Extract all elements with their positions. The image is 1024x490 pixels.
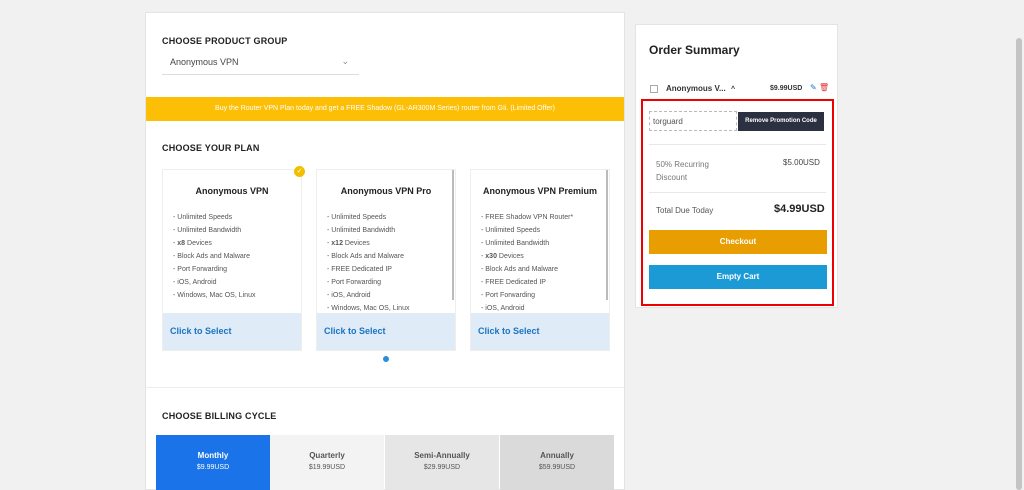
plan-feature: - iOS, Android [173,279,217,286]
plan-feature: - Block Ads and Malware [327,253,405,260]
plan-features: - Unlimited Speeds - Unlimited Bandwidth… [173,211,255,302]
plan-feature: - Unlimited Bandwidth [173,227,242,234]
cart-item-label: Anonymous V... [666,84,726,93]
billing-name: Monthly [197,451,229,460]
plan-feature: - Block Ads and Malware [173,253,251,260]
plan-feature: - Unlimited Speeds [327,214,387,221]
billing-section-title: CHOOSE BILLING CYCLE [162,411,277,421]
order-summary-title: Order Summary [649,43,740,57]
billing-price: $9.99USD [196,464,230,471]
billing-name: Semi-Annually [414,451,470,460]
trash-icon[interactable]: 🗑 [819,83,829,92]
billing-name: Annually [540,451,574,460]
select-plan-button[interactable]: Click to Select [163,313,301,350]
plan-features: - Unlimited Speeds - Unlimited Bandwidth… [327,211,409,315]
plan-feature: - Windows, Mac OS, Linux [173,292,256,299]
plan-feature: - Unlimited Bandwidth [481,240,550,247]
carousel-dot[interactable] [383,356,389,362]
plan-name: Anonymous VPN Premium [482,186,598,196]
chevron-down-icon: ⌄ [341,56,349,66]
billing-option-quarterly[interactable]: Quarterly $19.99USD [270,435,384,490]
cart-item-price: $9.99USD [770,85,803,92]
billing-price: $29.99USD [423,464,461,471]
plan-feature: - FREE Dedicated IP [327,266,392,273]
remove-promo-button[interactable]: Remove Promotion Code [738,112,824,131]
total-due-value: $4.99USD [774,203,825,215]
product-group-value: Anonymous VPN [170,57,239,67]
cart-item-name[interactable]: Anonymous V... ^ [666,84,735,93]
plan-feature: - Unlimited Speeds [481,227,541,234]
plan-features: - FREE Shadow VPN Router* - Unlimited Sp… [481,211,573,315]
billing-option-monthly[interactable]: Monthly $9.99USD [156,435,270,490]
select-plan-button[interactable]: Click to Select [317,313,455,350]
billing-option-annually[interactable]: Annually $59.99USD [500,435,614,490]
section-divider [146,387,624,388]
plan-card-anonymous-vpn[interactable]: ✓ Anonymous VPN - Unlimited Speeds - Unl… [162,166,305,351]
checkout-button[interactable]: Checkout [649,230,827,254]
plan-section-title: CHOOSE YOUR PLAN [162,143,260,153]
total-due-label: Total Due Today [656,206,714,215]
plan-card-anonymous-vpn-pro[interactable]: Anonymous VPN Pro - Unlimited Speeds - U… [316,169,456,351]
plan-card-anonymous-vpn-premium[interactable]: Anonymous VPN Premium - FREE Shadow VPN … [470,169,610,351]
plan-feature: - x8 Devices [173,240,212,247]
plan-feature: - FREE Shadow VPN Router* [481,214,574,221]
check-icon: ✓ [294,166,305,177]
highlight-box: Remove Promotion Code 50% Recurring Disc… [641,99,834,306]
divider [649,144,826,145]
pencil-icon[interactable]: ✎ [810,83,817,92]
billing-option-semi-annually[interactable]: Semi-Annually $29.99USD [385,435,499,490]
chevron-up-icon: ^ [730,86,736,93]
billing-price: $19.99USD [308,464,346,471]
discount-value: $5.00USD [783,158,820,167]
order-summary-panel: Order Summary Anonymous V... ^ $9.99USD … [635,24,838,308]
plan-feature: - FREE Dedicated IP [481,279,546,286]
billing-price: $59.99USD [538,464,576,471]
divider [649,192,826,193]
plan-name: Anonymous VPN Pro [340,186,432,196]
plan-name: Anonymous VPN [195,186,269,196]
main-panel: CHOOSE PRODUCT GROUP Anonymous VPN ⌄ Buy… [145,12,625,490]
plan-feature: - Unlimited Bandwidth [327,227,396,234]
select-plan-button[interactable]: Click to Select [471,313,609,350]
discount-label: 50% Recurring Discount [656,160,709,182]
billing-name: Quarterly [309,451,345,460]
plan-feature: - Port Forwarding [327,279,382,286]
plan-feature: - Port Forwarding [173,266,228,273]
plan-feature: - Block Ads and Malware [481,266,559,273]
empty-cart-button[interactable]: Empty Cart [649,265,827,289]
product-group-title: CHOOSE PRODUCT GROUP [162,36,288,46]
scrollbar-thumb[interactable] [1016,38,1022,490]
plan-feature: - iOS, Android [327,292,371,299]
plan-feature: - Unlimited Speeds [173,214,233,221]
plan-feature: - x12 Devices [327,240,370,247]
page-scrollbar[interactable] [1014,0,1024,490]
plan-feature: - x30 Devices [481,253,524,260]
product-icon [650,85,658,93]
promo-banner[interactable]: Buy the Router VPN Plan today and get a … [146,97,624,121]
promo-code-input[interactable] [649,111,737,131]
plan-feature: - Port Forwarding [481,292,536,299]
product-group-select[interactable]: Anonymous VPN ⌄ [162,53,359,75]
